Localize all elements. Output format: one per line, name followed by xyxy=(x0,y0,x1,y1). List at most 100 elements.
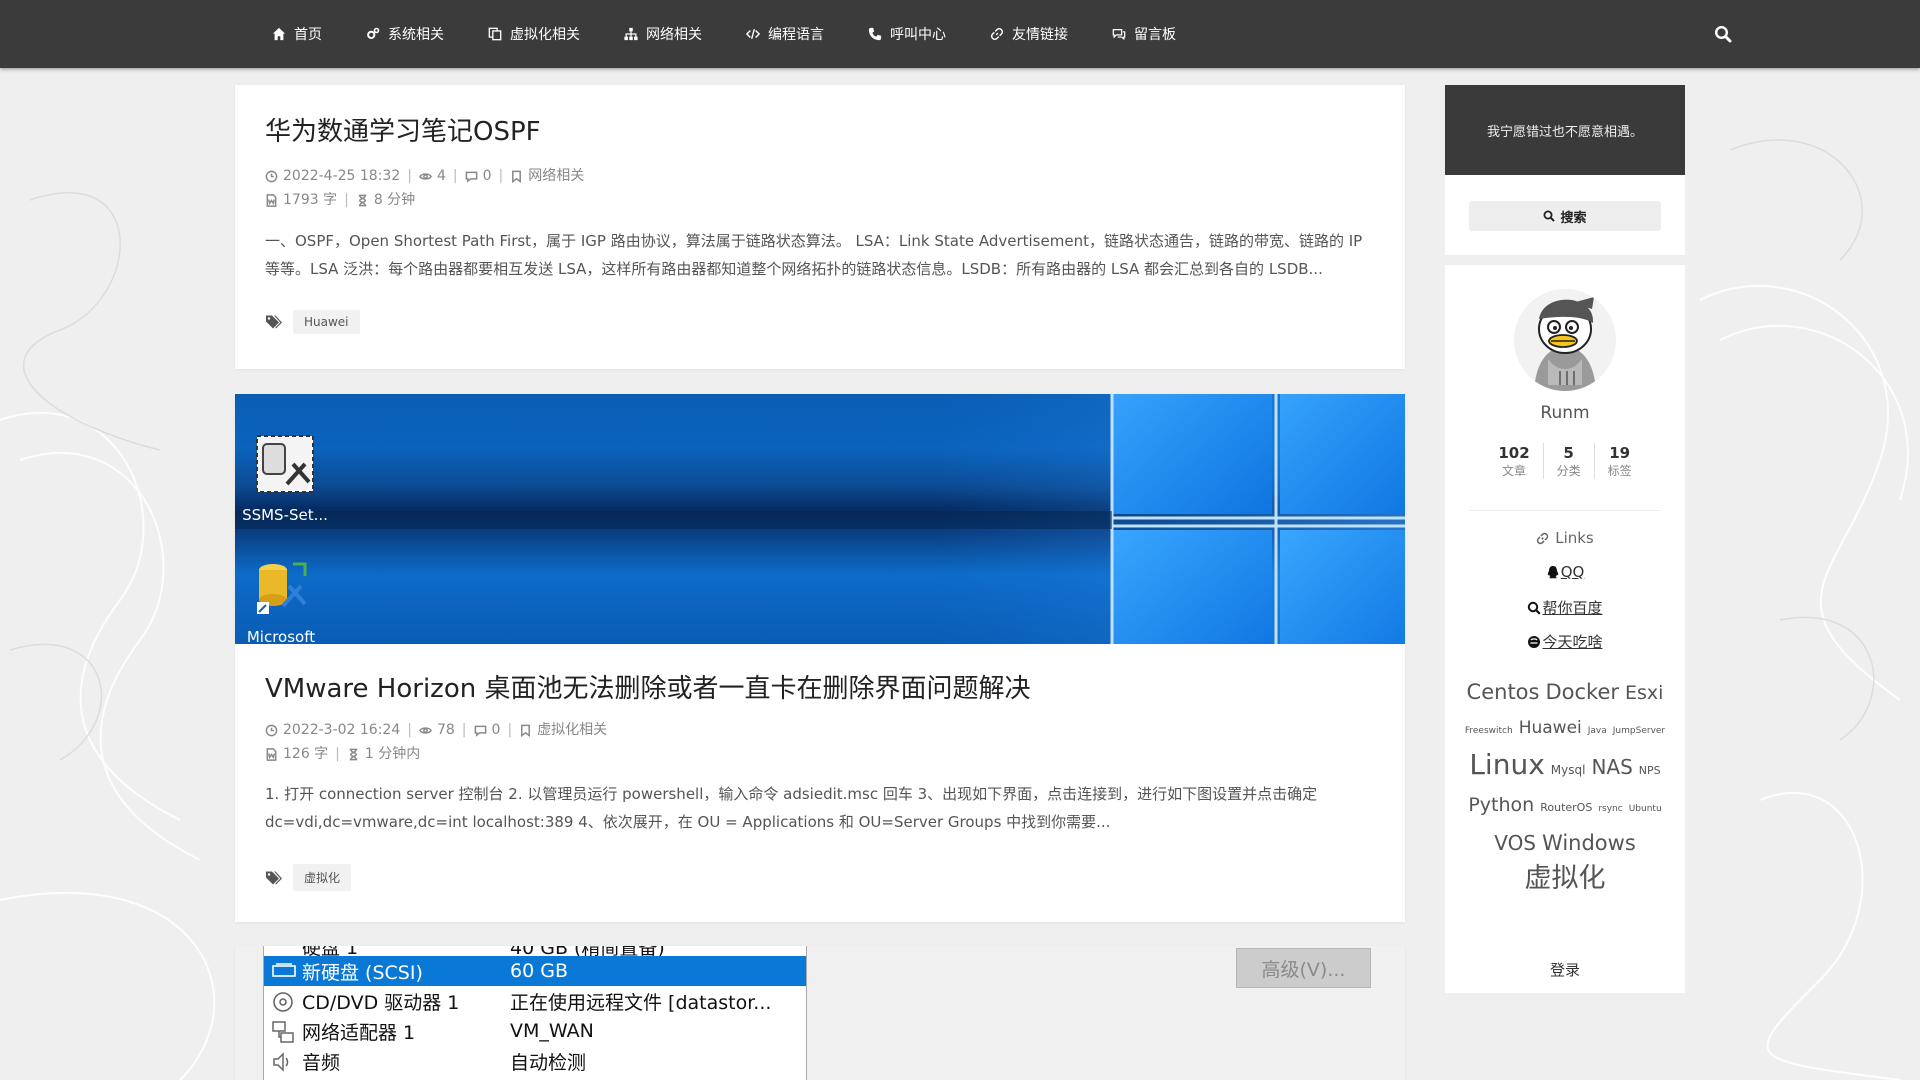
stat-number: 5 xyxy=(1563,444,1574,462)
hardware-name: 音频 xyxy=(302,1051,341,1074)
phone-icon xyxy=(868,27,882,41)
comment-icon xyxy=(474,725,486,737)
stat-categories[interactable]: 5 分类 xyxy=(1544,443,1595,479)
hardware-name: CD/DVD 驱动器 1 xyxy=(302,991,460,1014)
food-icon xyxy=(1528,635,1541,648)
avatar[interactable] xyxy=(1514,289,1616,391)
nav-item-system[interactable]: 系统相关 xyxy=(344,0,466,68)
desktop-icon-label: Microsoft xyxy=(246,628,316,644)
file-word-icon xyxy=(266,747,277,761)
bookmark-icon xyxy=(521,724,531,737)
link-label: 帮你百度 xyxy=(1542,599,1603,617)
post-excerpt-line: dc=vdi,dc=vmware,dc=int localhost:389 4、… xyxy=(265,813,1111,831)
post-card: 华为数通学习笔记OSPF 2022-4-25 18:32 | 4 | 0 | 网… xyxy=(235,85,1405,369)
hardware-value: 60 GB xyxy=(510,960,568,982)
post-thumbnail[interactable]: 硬盘 1 40 GB (精简置备) 新硬盘 (SCSI) 60 GB CD/DV… xyxy=(235,946,1405,1080)
tag-cloud: Centos Docker Esxi Freeswitch Huawei Java Jump… xyxy=(1459,675,1671,899)
post-read-time: 1 分钟内 xyxy=(364,746,421,762)
nav-item-callcenter[interactable]: 呼叫中心 xyxy=(846,0,968,68)
post-word-count: 126 字 xyxy=(283,746,329,762)
sidebar-profile-card: Runm 102 文章 5 分类 19 标签 Links QQ 帮你百度 今天吃… xyxy=(1445,265,1685,993)
comment-icon xyxy=(465,171,477,183)
link-what-to-eat[interactable]: 今天吃啥 xyxy=(1445,631,1685,652)
vm-hardware-row: CD/DVD 驱动器 1 正在使用远程文件 [datastor... xyxy=(264,986,806,1016)
tag-cloud-item[interactable]: Mysql xyxy=(1551,753,1586,787)
hourglass-icon xyxy=(358,194,367,206)
hourglass-icon xyxy=(349,748,358,760)
nav-item-guestbook[interactable]: 留言板 xyxy=(1090,0,1198,68)
top-navbar: 首页 系统相关 虚拟化相关 网络相关 编程语言 呼叫中心 友情链接 留言板 xyxy=(0,0,1920,68)
tags-icon xyxy=(266,315,282,329)
nav-item-label: 系统相关 xyxy=(388,27,444,43)
login-link[interactable]: 登录 xyxy=(1445,959,1685,980)
tag-cloud-item[interactable]: Esxi xyxy=(1625,676,1663,710)
post-comments: 0 xyxy=(491,722,501,738)
cd-dvd-icon xyxy=(273,992,293,1012)
nav-item-programming[interactable]: 编程语言 xyxy=(724,0,846,68)
tag-cloud-item[interactable]: JumpServer xyxy=(1613,714,1665,748)
tags-icon xyxy=(266,871,282,884)
post-comments: 0 xyxy=(482,168,492,184)
vm-hardware-row: 音频 自动检测 xyxy=(264,1046,806,1076)
tag-cloud-item[interactable]: 虚拟化 xyxy=(1525,862,1606,896)
bookmark-icon xyxy=(512,170,522,183)
post-title[interactable]: 华为数通学习笔记OSPF xyxy=(265,117,541,148)
tag-cloud-item[interactable]: Python xyxy=(1468,788,1534,822)
sidebar-motto: 我宁愿错过也不愿意相遇。 xyxy=(1445,85,1685,175)
vm-hardware-list: 硬盘 1 40 GB (精简置备) 新硬盘 (SCSI) 60 GB CD/DV… xyxy=(263,946,807,1080)
tag-virtualization[interactable]: 虚拟化 xyxy=(293,864,352,891)
post-date: 2022-3-02 16:24 xyxy=(283,722,401,738)
sitemap-icon xyxy=(624,27,638,41)
nav-item-label: 友情链接 xyxy=(1012,27,1068,43)
nav-item-label: 呼叫中心 xyxy=(890,27,946,43)
nav-item-virtualization[interactable]: 虚拟化相关 xyxy=(466,0,602,68)
nav-item-label: 虚拟化相关 xyxy=(510,27,580,43)
tag-cloud-item[interactable]: RouterOS xyxy=(1540,791,1592,825)
vm-hardware-row: 网络适配器 1 VM_WAN xyxy=(264,1016,806,1046)
hardware-value: 自动检测 xyxy=(510,1051,587,1074)
stat-number: 19 xyxy=(1609,444,1631,462)
hardware-value: 正在使用远程文件 [datastor... xyxy=(510,991,772,1014)
post-excerpt-line: 1. 打开 connection server 控制台 2. 以管理员运行 po… xyxy=(265,785,1318,803)
stat-articles[interactable]: 102 文章 xyxy=(1485,443,1544,479)
tag-cloud-item[interactable]: Huawei xyxy=(1519,711,1582,745)
link-qq[interactable]: QQ xyxy=(1445,563,1685,581)
tag-cloud-item[interactable]: Centos xyxy=(1467,675,1540,709)
cogs-icon xyxy=(367,27,380,39)
post-thumbnail[interactable]: SSMS-Set... Microsoft xyxy=(235,394,1405,644)
post-tags: 虚拟化 xyxy=(265,864,352,891)
tag-cloud-item[interactable]: Windows xyxy=(1542,826,1636,860)
clock-icon xyxy=(265,724,278,736)
sidebar-search-button[interactable]: 搜索 xyxy=(1469,201,1661,231)
post-category[interactable]: 虚拟化相关 xyxy=(537,718,607,742)
link-baidu[interactable]: 帮你百度 xyxy=(1445,597,1685,618)
tag-cloud-item[interactable]: NPS xyxy=(1639,754,1661,788)
tag-huawei[interactable]: Huawei xyxy=(293,310,360,334)
post-views: 4 xyxy=(436,168,446,184)
tag-cloud-item[interactable]: Docker xyxy=(1545,675,1619,709)
link-icon xyxy=(1537,532,1549,544)
nav-item-network[interactable]: 网络相关 xyxy=(602,0,724,68)
post-category[interactable]: 网络相关 xyxy=(528,164,584,188)
tag-cloud-item[interactable]: Java xyxy=(1588,714,1607,748)
post-title[interactable]: VMware Horizon 桌面池无法删除或者一直卡在删除界面问题解决 xyxy=(265,674,1030,705)
post-excerpt-line: 等等。LSA 泛洪：每个路由器都要相互发送 LSA，这样所有路由器都知道整个网络… xyxy=(265,260,1323,278)
tag-cloud-item[interactable]: VOS xyxy=(1494,826,1536,860)
tag-cloud-item[interactable]: Freeswitch xyxy=(1465,714,1513,748)
tag-cloud-item[interactable]: rsync xyxy=(1598,792,1622,826)
nav-item-friendlinks[interactable]: 友情链接 xyxy=(968,0,1090,68)
stat-tags[interactable]: 19 标签 xyxy=(1595,443,1645,479)
search-icon[interactable] xyxy=(1714,25,1732,43)
file-word-icon xyxy=(266,193,277,207)
stat-label: 文章 xyxy=(1501,464,1526,478)
nav-item-home[interactable]: 首页 xyxy=(250,0,344,68)
tag-cloud-item[interactable]: Ubuntu xyxy=(1629,792,1662,826)
nav-item-label: 编程语言 xyxy=(768,27,824,43)
stat-label: 标签 xyxy=(1607,464,1632,478)
tag-cloud-item[interactable]: NAS xyxy=(1591,750,1632,784)
post-meta: 2022-4-25 18:32 | 4 | 0 | 网络相关 xyxy=(265,164,584,188)
code-icon xyxy=(746,29,760,39)
link-label: 今天吃啥 xyxy=(1542,633,1603,651)
home-icon xyxy=(272,27,286,41)
tag-cloud-item[interactable]: Linux xyxy=(1469,748,1544,782)
